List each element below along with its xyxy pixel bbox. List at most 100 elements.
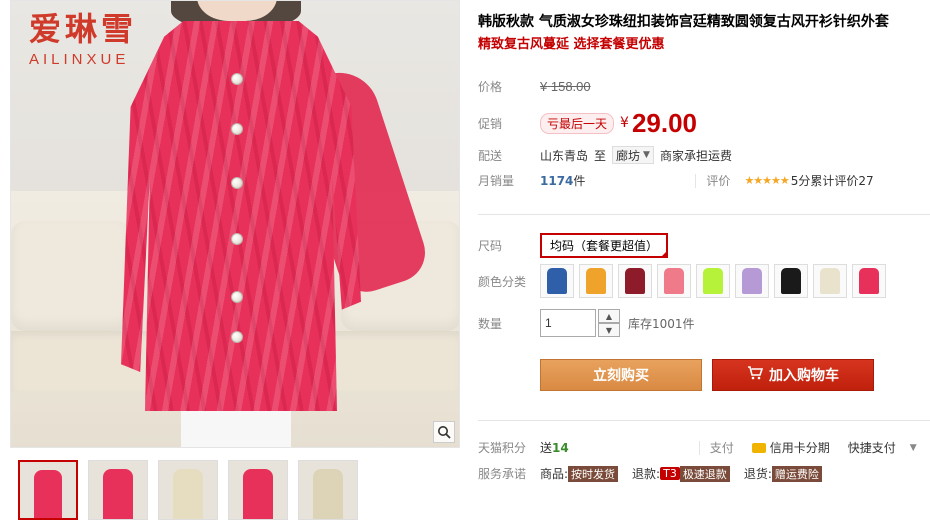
svc-return-label: 退款: <box>632 467 661 481</box>
divider <box>478 420 930 421</box>
points-label: 天猫积分 <box>478 441 527 455</box>
ship-from: 山东青岛 <box>540 148 589 163</box>
color-row: 颜色分类 <box>478 264 891 298</box>
pay-fast[interactable]: 快捷支付 <box>848 439 896 456</box>
swatch-garment <box>586 268 606 294</box>
color-swatch[interactable] <box>852 264 886 298</box>
thumbnail-garment <box>173 469 203 519</box>
points-row: 天猫积分 送 14 支付 信用卡分期 快捷支付 ▼ <box>478 439 917 456</box>
swatch-garment <box>547 268 567 294</box>
zoom-icon[interactable] <box>433 421 455 443</box>
ship-to-word: 至 <box>594 148 607 163</box>
product-info: 韩版秋款 气质淑女珍珠纽扣装饰宫廷精致圆领复古风开衫针织外套 精致复古风蔓延 选… <box>478 12 928 54</box>
divider <box>478 214 930 215</box>
size-option-selected[interactable]: 均码（套餐更超值） <box>540 233 669 258</box>
service-row: 服务承诺 商品: 按时发货 退款: T3 极速退款 退货: 赠运费险 <box>478 465 822 482</box>
logo-text-en: AILINXUE <box>29 51 130 68</box>
quantity-label: 数量 <box>478 316 503 331</box>
color-swatches <box>540 264 891 298</box>
thumbnail[interactable] <box>88 460 148 520</box>
pearl-button <box>231 291 243 303</box>
divider <box>695 173 697 188</box>
quantity-stepper[interactable]: ▲ ▼ <box>598 309 620 337</box>
svc-goods-label: 商品: <box>540 467 569 481</box>
shipping-row: 配送 山东青岛 至 廊坊 ▼ 商家承担运费 <box>478 146 732 164</box>
swatch-garment <box>703 268 723 294</box>
rating-label: 评价 <box>706 174 731 188</box>
promo-label: 促销 <box>478 116 503 131</box>
thumbnail-garment <box>34 470 62 518</box>
color-swatch[interactable] <box>657 264 691 298</box>
original-price: ¥ 158.00 <box>540 79 591 94</box>
quantity-row: 数量 ▲ ▼ 库存1001件 <box>478 309 695 337</box>
sales-count: 1174 <box>540 173 574 188</box>
pearl-button <box>231 233 243 245</box>
price-row: 价格 ¥ 158.00 <box>478 78 591 95</box>
thumbnail[interactable] <box>228 460 288 520</box>
thumbnail[interactable] <box>298 460 358 520</box>
color-swatch[interactable] <box>540 264 574 298</box>
star-rating-icon: ★★★★★ <box>744 174 789 187</box>
swatch-garment <box>781 268 801 294</box>
pay-label: 支付 <box>709 441 734 455</box>
thumbnail-garment <box>243 469 273 519</box>
product-title: 韩版秋款 气质淑女珍珠纽扣装饰宫廷精致圆领复古风开衫针织外套 <box>478 14 889 30</box>
t3-badge: T3 <box>660 467 680 480</box>
sales-unit: 件 <box>573 174 586 188</box>
price-panel: 价格 ¥ 158.00 促销 亏最后一天 ¥ 29.00 配送 山东青岛 至 廊… <box>478 66 928 196</box>
pearl-button <box>231 123 243 135</box>
product-main-image[interactable]: 爱琳雪 AILINXUE <box>10 0 460 448</box>
swatch-garment <box>664 268 684 294</box>
shipping-fee: 商家承担运费 <box>659 148 732 163</box>
color-swatch[interactable] <box>618 264 652 298</box>
sales-row: 月销量 1174 件 评价 ★★★★★ 5分累计评价27 <box>478 172 874 189</box>
color-swatch[interactable] <box>696 264 730 298</box>
divider <box>698 440 700 455</box>
quantity-input[interactable] <box>540 309 596 337</box>
chevron-down-icon[interactable]: ▼ <box>910 443 917 453</box>
shipping-label: 配送 <box>478 148 503 163</box>
swatch-garment <box>820 268 840 294</box>
destination-select[interactable]: 廊坊 ▼ <box>612 146 654 164</box>
svc-ship-value[interactable]: 赠运费险 <box>771 465 822 482</box>
color-swatch[interactable] <box>735 264 769 298</box>
promo-price: 29.00 <box>631 108 698 138</box>
logo-text-cn: 爱琳雪 <box>29 10 138 48</box>
swatch-garment <box>742 268 762 294</box>
thumbnail-garment <box>103 469 133 519</box>
stock-text: 库存1001件 <box>628 316 695 331</box>
swatch-garment <box>625 268 645 294</box>
increment-icon[interactable]: ▲ <box>598 309 620 323</box>
buy-now-button[interactable]: 立刻购买 <box>540 359 702 391</box>
points-prefix: 送 <box>540 441 553 455</box>
decrement-icon[interactable]: ▼ <box>598 323 620 337</box>
svc-goods-value[interactable]: 按时发货 <box>568 465 619 482</box>
thumbnail-strip <box>18 460 358 520</box>
cart-icon <box>747 366 764 384</box>
rating-score[interactable]: 5分累计评价27 <box>791 172 874 189</box>
color-label: 颜色分类 <box>478 274 527 289</box>
thumbnail[interactable] <box>18 460 78 520</box>
size-label: 尺码 <box>478 239 503 253</box>
pearl-button <box>231 73 243 85</box>
points-value: 14 <box>552 440 569 455</box>
thumbnail[interactable] <box>158 460 218 520</box>
add-to-cart-button[interactable]: 加入购物车 <box>712 359 874 391</box>
sales-label: 月销量 <box>478 174 515 188</box>
thumbnail-garment <box>313 469 343 519</box>
svc-ship-label: 退货: <box>743 467 772 481</box>
color-swatch[interactable] <box>813 264 847 298</box>
credit-card-icon <box>751 442 766 453</box>
pay-card[interactable]: 信用卡分期 <box>770 439 830 456</box>
svc-return-value[interactable]: 极速退款 <box>679 465 730 482</box>
price-label: 价格 <box>478 80 503 94</box>
color-swatch[interactable] <box>579 264 613 298</box>
promo-tag: 亏最后一天 <box>540 112 615 134</box>
currency-symbol: ¥ <box>620 115 629 131</box>
pearl-button <box>231 177 243 189</box>
color-swatch[interactable] <box>774 264 808 298</box>
chevron-down-icon: ▼ <box>643 150 650 160</box>
size-row: 尺码 均码（套餐更超值） <box>478 233 669 258</box>
product-subtitle: 精致复古风蔓延 选择套餐更优惠 <box>478 37 665 52</box>
service-label: 服务承诺 <box>478 467 527 481</box>
